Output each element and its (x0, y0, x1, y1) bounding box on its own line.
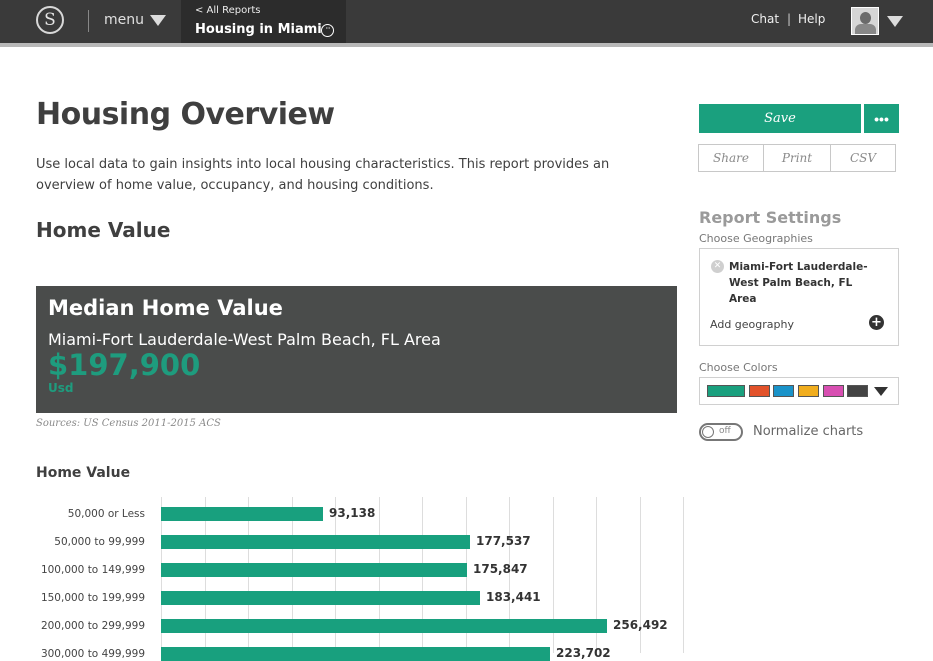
color-swatch[interactable] (749, 385, 770, 397)
stat-unit: Usd (48, 381, 74, 395)
bar[interactable] (161, 535, 470, 549)
color-selector[interactable] (699, 377, 899, 405)
bar-value-label: 175,847 (473, 562, 528, 576)
report-title: Housing in Miami (195, 22, 322, 37)
options-icon[interactable]: ··· (321, 24, 334, 37)
bar[interactable] (161, 591, 480, 605)
dropdown-caret-icon[interactable] (874, 387, 888, 396)
home-value-chart: 50,000 or Less 93,138 50,000 to 99,999 177,… (0, 497, 690, 661)
menu-caret-icon[interactable] (150, 15, 166, 26)
stat-value: $197,900 (48, 348, 201, 382)
share-button[interactable]: Share (699, 145, 763, 171)
more-options-button[interactable]: ••• (864, 104, 899, 133)
topbar-border (0, 43, 933, 47)
bar-value-label: 93,138 (329, 506, 376, 520)
top-bar: S menu < All Reports Housing in Miami ··… (0, 0, 933, 43)
grid-line (683, 497, 684, 653)
color-swatch[interactable] (847, 385, 868, 397)
stat-title: Median Home Value (48, 296, 283, 320)
bar-value-label: 223,702 (556, 646, 611, 660)
add-icon[interactable]: + (869, 315, 884, 330)
median-home-value-card: Median Home Value Miami-Fort Lauderdale-… (36, 286, 677, 413)
toggle-state: off (719, 426, 731, 436)
csv-button[interactable]: CSV (831, 145, 895, 171)
category-label: 150,000 to 199,999 (40, 592, 145, 604)
bar[interactable] (161, 507, 323, 521)
bar[interactable] (161, 619, 607, 633)
divider (88, 10, 89, 32)
remove-icon[interactable]: ✕ (711, 260, 724, 273)
logo-icon[interactable]: S (36, 6, 64, 34)
color-swatch[interactable] (773, 385, 794, 397)
save-button[interactable]: Save (699, 104, 861, 133)
toggle-knob (702, 426, 714, 438)
normalize-charts-label: Normalize charts (753, 424, 864, 439)
bar-value-label: 183,441 (486, 590, 541, 604)
nav-separator: | (787, 12, 792, 26)
bar[interactable] (161, 563, 467, 577)
all-reports-link[interactable]: < All Reports (195, 5, 261, 16)
account-caret-icon[interactable] (887, 16, 903, 27)
print-button[interactable]: Print (764, 145, 830, 171)
category-label: 100,000 to 149,999 (40, 564, 145, 576)
geography-item: Miami-Fort Lauderdale-West Palm Beach, F… (729, 261, 868, 305)
bar-value-label: 177,537 (476, 534, 531, 548)
category-label: 50,000 to 99,999 (54, 536, 145, 548)
choose-geographies-label: Choose Geographies (699, 232, 813, 245)
category-label: 200,000 to 299,999 (40, 620, 145, 632)
sources-note: Sources: US Census 2011-2015 ACS (36, 418, 221, 429)
menu-button[interactable]: menu (104, 12, 144, 28)
chat-link[interactable]: Chat (751, 12, 779, 26)
intro-text: Use local data to gain insights into loc… (36, 157, 610, 193)
page-title: Housing Overview (36, 97, 335, 132)
choose-colors-label: Choose Colors (699, 361, 778, 374)
add-geography-link[interactable]: Add geography (710, 318, 794, 331)
stat-geography: Miami-Fort Lauderdale-West Palm Beach, F… (48, 330, 441, 349)
bar[interactable] (161, 647, 550, 661)
avatar-icon[interactable] (851, 7, 879, 35)
color-swatch[interactable] (798, 385, 819, 397)
bar-value-label: 256,492 (613, 618, 668, 632)
chart-title: Home Value (36, 465, 131, 481)
color-swatch[interactable] (823, 385, 844, 397)
category-label: 300,000 to 499,999 (40, 648, 145, 660)
category-label: 50,000 or Less (67, 508, 145, 520)
geography-selector: ✕ Miami-Fort Lauderdale-West Palm Beach,… (699, 248, 899, 346)
color-swatch[interactable] (707, 385, 745, 397)
help-link[interactable]: Help (798, 12, 825, 26)
share-print-csv-group: Share Print CSV (698, 144, 896, 172)
normalize-toggle[interactable]: off (699, 423, 743, 441)
report-settings-title: Report Settings (699, 208, 842, 227)
section-title: Home Value (36, 218, 171, 242)
